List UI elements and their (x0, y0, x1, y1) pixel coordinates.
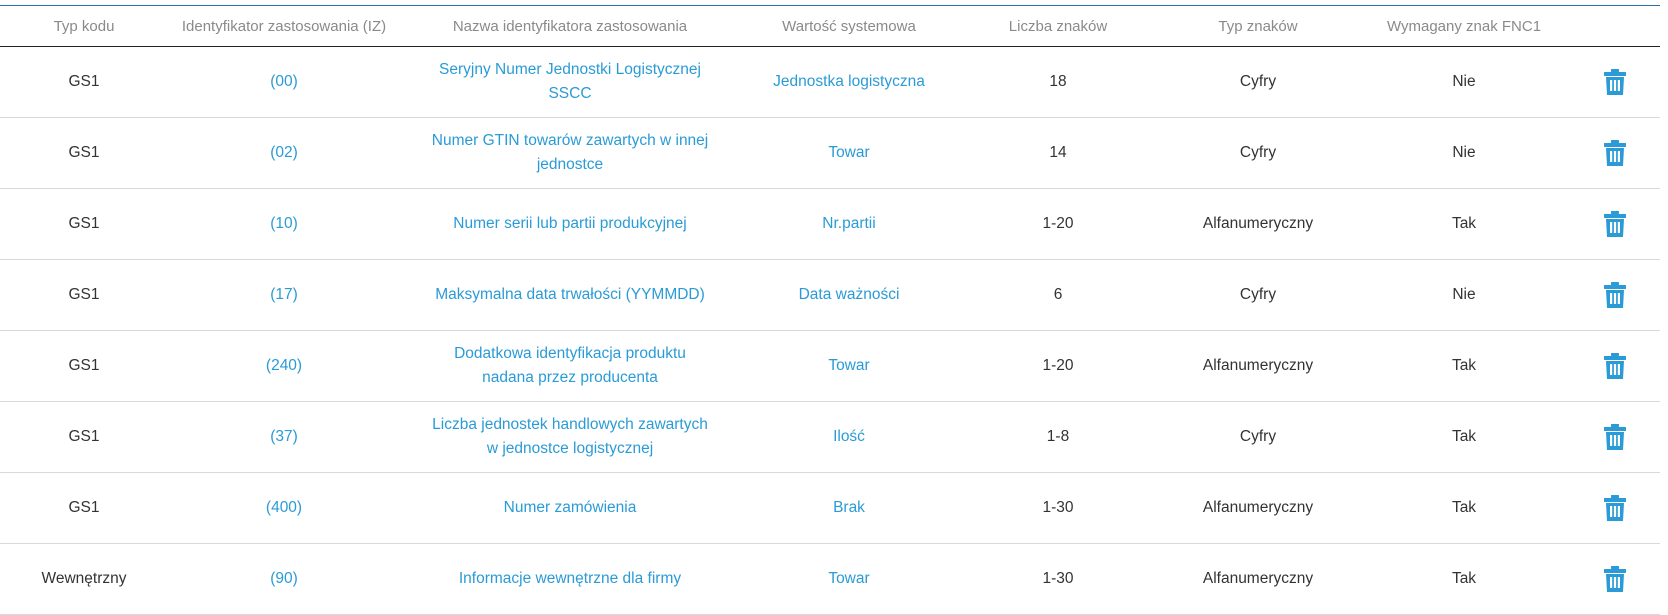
cell-ai[interactable]: (37) (168, 401, 400, 473)
cell-ai-name[interactable]: Seryjny Numer Jednostki Logistycznej SSC… (400, 46, 740, 118)
cell-actions (1570, 543, 1660, 615)
cell-fnc1: Nie (1358, 117, 1570, 189)
cell-code-type: GS1 (0, 330, 168, 402)
cell-char-count: 1-8 (958, 401, 1158, 473)
cell-ai-name[interactable]: Maksymalna data trwałości (YYMMDD) (400, 259, 740, 331)
table-row[interactable]: GS1 (400) Numer zamówienia Brak 1-30 Alf… (0, 472, 1660, 544)
cell-actions (1570, 259, 1660, 331)
trash-icon-svg (1604, 353, 1626, 379)
cell-actions (1570, 188, 1660, 260)
cell-char-type: Alfanumeryczny (1158, 543, 1358, 615)
cell-ai[interactable]: (240) (168, 330, 400, 402)
cell-char-count: 1-30 (958, 543, 1158, 615)
cell-fnc1: Tak (1358, 543, 1570, 615)
cell-code-type: GS1 (0, 188, 168, 260)
header-char-count[interactable]: Liczba znaków (958, 6, 1158, 47)
trash-icon-svg (1604, 69, 1626, 95)
header-fnc1[interactable]: Wymagany znak FNC1 (1358, 6, 1570, 47)
table-header-row: Typ kodu Identyfikator zastosowania (IZ)… (0, 6, 1660, 47)
cell-ai-name[interactable]: Informacje wewnętrzne dla firmy (400, 543, 740, 615)
header-code-type[interactable]: Typ kodu (0, 6, 168, 47)
header-actions (1570, 6, 1660, 47)
cell-ai[interactable]: (17) (168, 259, 400, 331)
cell-system-value[interactable]: Towar (740, 543, 958, 615)
cell-ai-name[interactable]: Numer GTIN towarów zawartych w innej jed… (400, 117, 740, 189)
cell-actions (1570, 401, 1660, 473)
cell-ai-name[interactable]: Numer serii lub partii produkcyjnej (400, 188, 740, 260)
header-ai-name[interactable]: Nazwa identyfikatora zastosowania (400, 6, 740, 47)
cell-code-type: GS1 (0, 401, 168, 473)
table-row[interactable]: GS1 (240) Dodatkowa identyfikacja produk… (0, 330, 1660, 402)
table-row[interactable]: GS1 (02) Numer GTIN towarów zawartych w … (0, 117, 1660, 189)
cell-ai-name[interactable]: Numer zamówienia (400, 472, 740, 544)
cell-char-type: Cyfry (1158, 46, 1358, 118)
cell-fnc1: Tak (1358, 330, 1570, 402)
table-row[interactable]: GS1 (00) Seryjny Numer Jednostki Logisty… (0, 46, 1660, 118)
cell-ai-name[interactable]: Dodatkowa identyfikacja produktu nadana … (400, 330, 740, 402)
cell-ai[interactable]: (00) (168, 46, 400, 118)
cell-char-count: 1-20 (958, 330, 1158, 402)
trash-icon[interactable] (1604, 282, 1626, 308)
cell-system-value[interactable]: Jednostka logistyczna (740, 46, 958, 118)
header-char-type[interactable]: Typ znaków (1158, 6, 1358, 47)
cell-fnc1: Tak (1358, 188, 1570, 260)
cell-system-value[interactable]: Towar (740, 330, 958, 402)
cell-system-value[interactable]: Data ważności (740, 259, 958, 331)
ai-table-container: Typ kodu Identyfikator zastosowania (IZ)… (0, 5, 1660, 615)
cell-actions (1570, 330, 1660, 402)
cell-char-type: Alfanumeryczny (1158, 188, 1358, 260)
cell-char-type: Alfanumeryczny (1158, 472, 1358, 544)
trash-icon-svg (1604, 211, 1626, 237)
cell-char-type: Cyfry (1158, 401, 1358, 473)
cell-ai[interactable]: (90) (168, 543, 400, 615)
trash-icon-svg (1604, 282, 1626, 308)
cell-actions (1570, 117, 1660, 189)
cell-ai-name[interactable]: Liczba jednostek handlowych zawartych w … (400, 401, 740, 473)
trash-icon[interactable] (1604, 566, 1626, 592)
cell-char-count: 1-30 (958, 472, 1158, 544)
cell-char-count: 18 (958, 46, 1158, 118)
header-system-value[interactable]: Wartość systemowa (740, 6, 958, 47)
cell-actions (1570, 472, 1660, 544)
table-row[interactable]: GS1 (17) Maksymalna data trwałości (YYMM… (0, 259, 1660, 331)
trash-icon[interactable] (1604, 353, 1626, 379)
cell-system-value[interactable]: Towar (740, 117, 958, 189)
cell-fnc1: Nie (1358, 259, 1570, 331)
cell-system-value[interactable]: Ilość (740, 401, 958, 473)
trash-icon[interactable] (1604, 424, 1626, 450)
trash-icon[interactable] (1604, 495, 1626, 521)
cell-fnc1: Tak (1358, 472, 1570, 544)
trash-icon-svg (1604, 140, 1626, 166)
cell-code-type: Wewnętrzny (0, 543, 168, 615)
table-row[interactable]: Wewnętrzny (90) Informacje wewnętrzne dl… (0, 543, 1660, 615)
trash-icon-svg (1604, 495, 1626, 521)
cell-system-value[interactable]: Brak (740, 472, 958, 544)
cell-ai[interactable]: (02) (168, 117, 400, 189)
cell-system-value[interactable]: Nr.partii (740, 188, 958, 260)
trash-icon-svg (1604, 566, 1626, 592)
cell-char-type: Cyfry (1158, 259, 1358, 331)
cell-ai[interactable]: (10) (168, 188, 400, 260)
cell-code-type: GS1 (0, 259, 168, 331)
trash-icon[interactable] (1604, 211, 1626, 237)
cell-code-type: GS1 (0, 117, 168, 189)
cell-char-count: 6 (958, 259, 1158, 331)
header-ai[interactable]: Identyfikator zastosowania (IZ) (168, 6, 400, 47)
cell-fnc1: Nie (1358, 46, 1570, 118)
table-row[interactable]: GS1 (37) Liczba jednostek handlowych zaw… (0, 401, 1660, 473)
cell-code-type: GS1 (0, 46, 168, 118)
cell-char-type: Cyfry (1158, 117, 1358, 189)
cell-char-count: 14 (958, 117, 1158, 189)
trash-icon[interactable] (1604, 140, 1626, 166)
cell-char-type: Alfanumeryczny (1158, 330, 1358, 402)
cell-ai[interactable]: (400) (168, 472, 400, 544)
trash-icon[interactable] (1604, 69, 1626, 95)
application-identifiers-table: Typ kodu Identyfikator zastosowania (IZ)… (0, 6, 1660, 615)
trash-icon-svg (1604, 424, 1626, 450)
cell-fnc1: Tak (1358, 401, 1570, 473)
cell-char-count: 1-20 (958, 188, 1158, 260)
cell-actions (1570, 46, 1660, 118)
cell-code-type: GS1 (0, 472, 168, 544)
table-row[interactable]: GS1 (10) Numer serii lub partii produkcy… (0, 188, 1660, 260)
